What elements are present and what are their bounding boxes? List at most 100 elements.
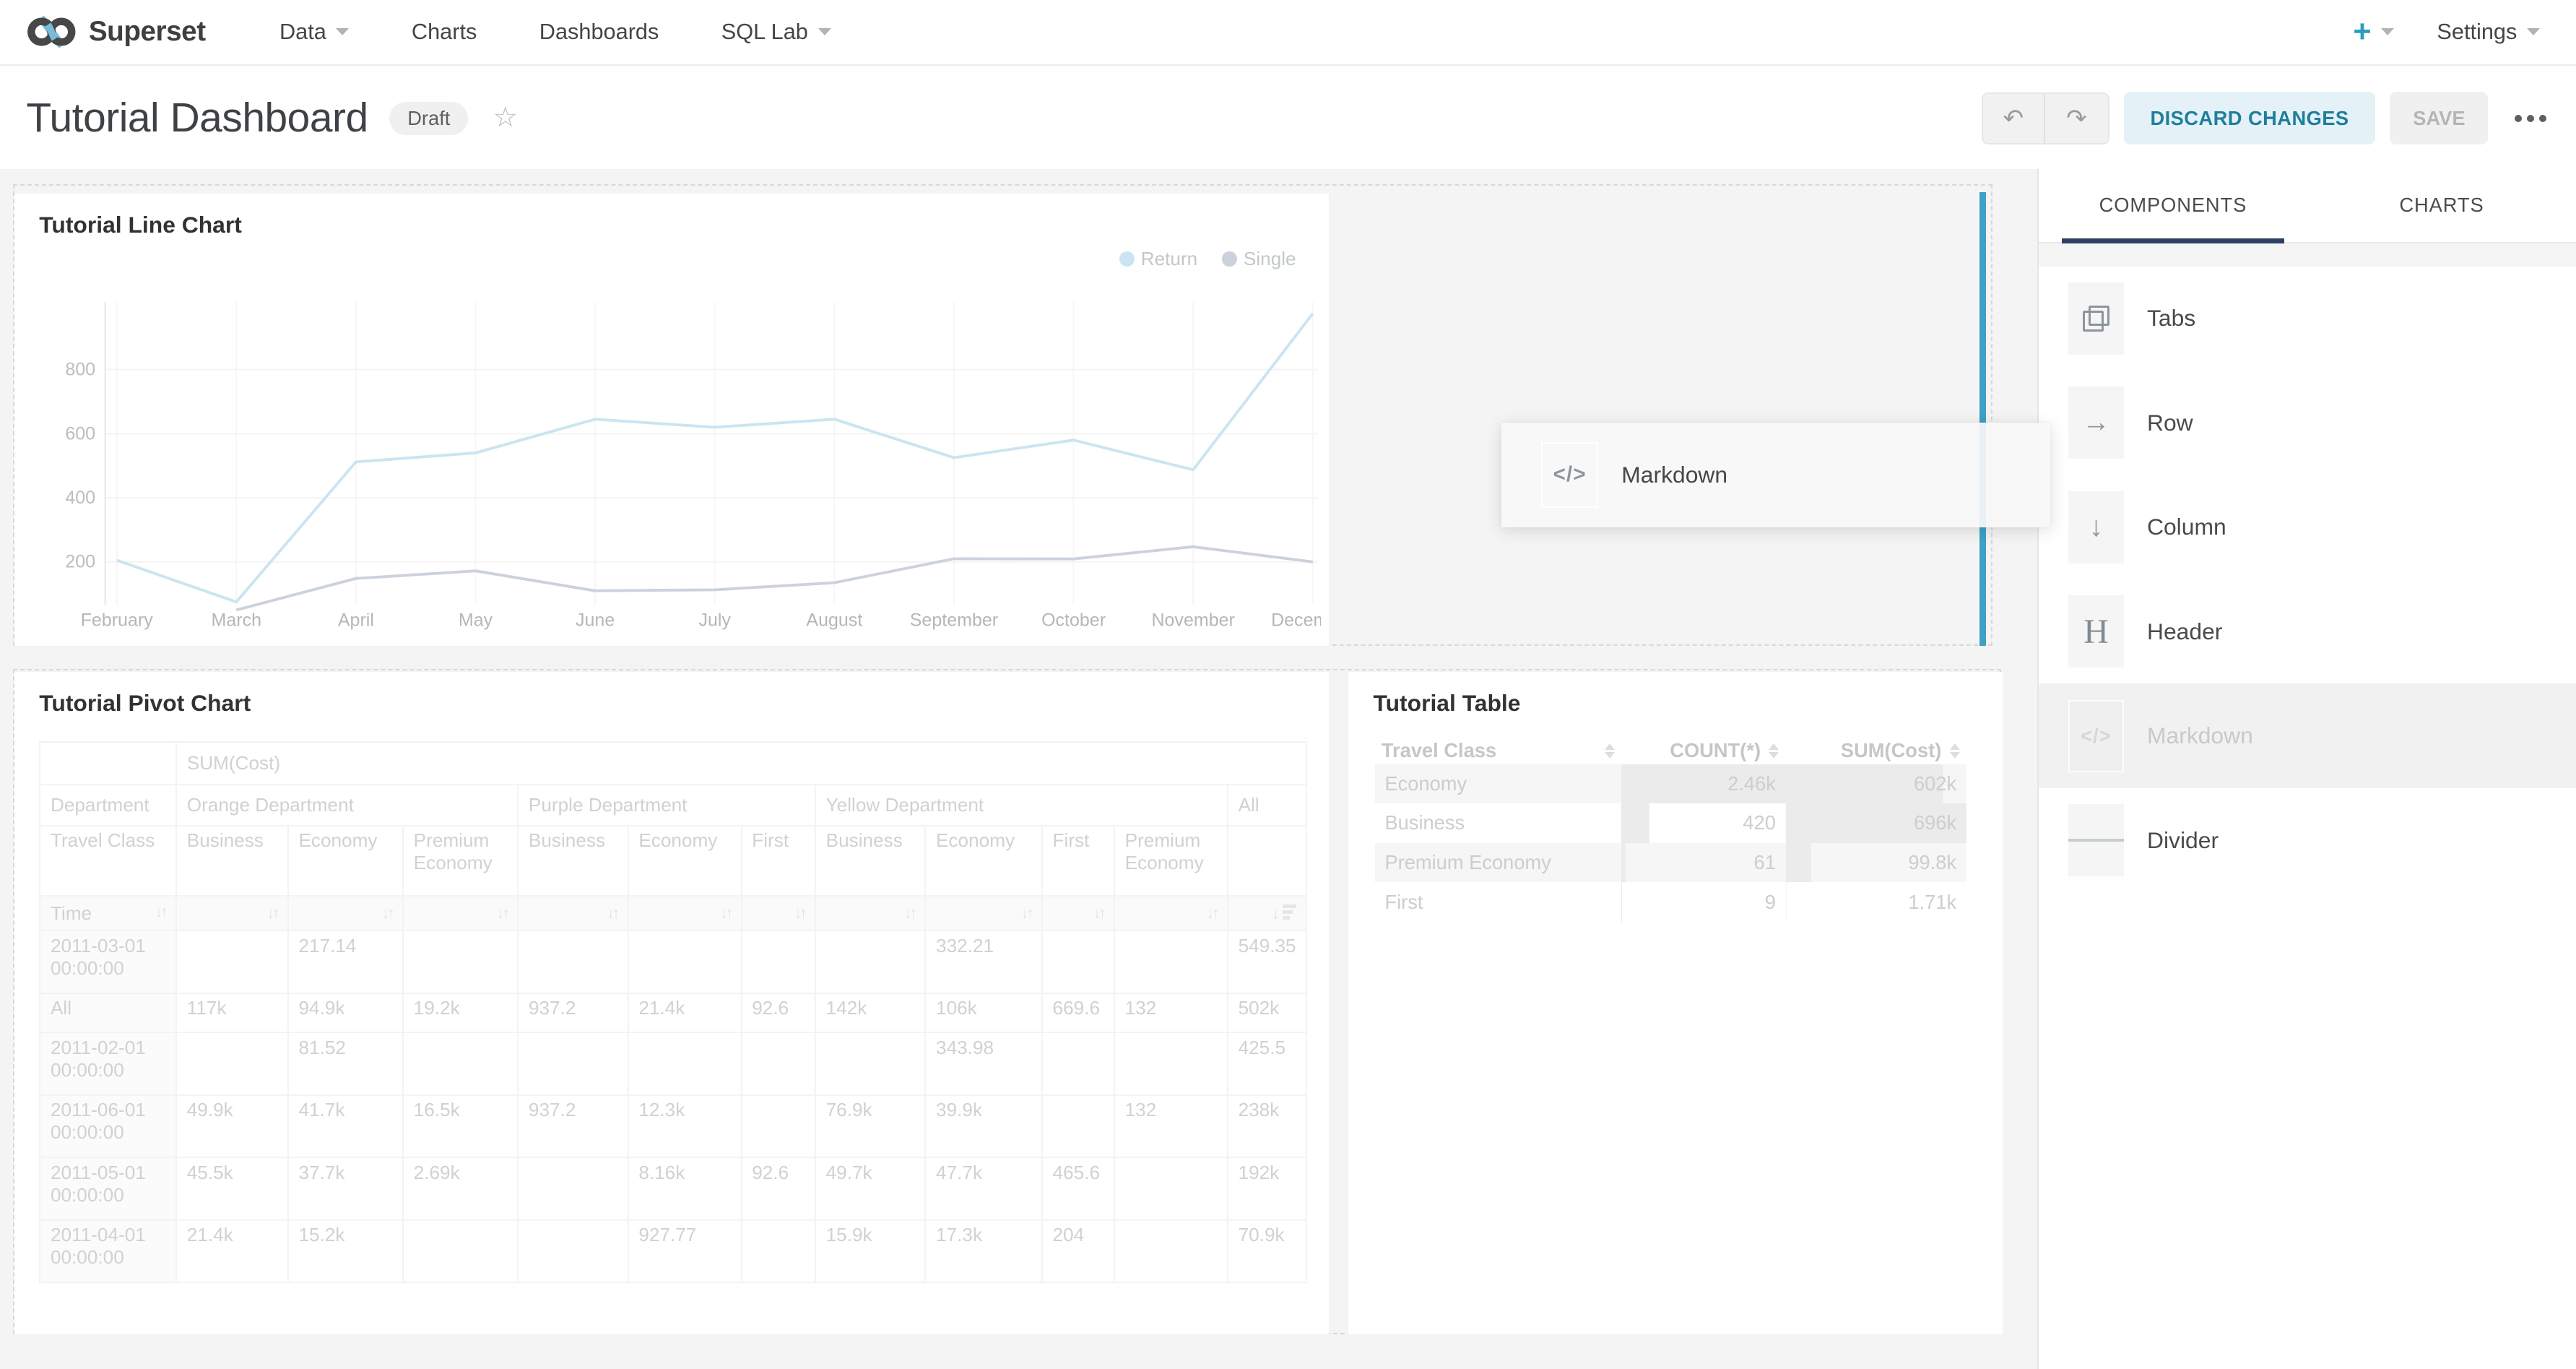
sort-icon: ↓↑ [382,904,393,923]
pivot-col-group: Purple Department [518,785,815,826]
tab-charts[interactable]: CHARTS [2307,169,2576,241]
undo-redo-group: ↶ ↷ [1982,92,2109,144]
y-axis-tick: 200 [65,552,95,572]
page-title[interactable]: Tutorial Dashboard [26,95,368,142]
component-item-tabs[interactable]: Tabs [2039,267,2576,371]
pivot-col-group: All [1228,785,1306,826]
pivot-cell: 21.4k [176,1220,288,1282]
sort-icon: ↓↑ [497,904,508,923]
column-header[interactable]: COUNT(*) [1621,738,1785,764]
pivot-sort-header[interactable]: ↓↑ [176,896,288,930]
pivot-sort-header[interactable]: ↓↑ [518,896,628,930]
component-item-column[interactable]: ↓Column [2039,475,2576,579]
chevron-down-icon [2381,28,2394,35]
line-chart-card[interactable]: Tutorial Line Chart ReturnSingle 2004006… [14,194,1329,646]
y-axis-tick: 600 [65,423,95,444]
undo-button[interactable]: ↶ [1983,94,2045,143]
pivot-cell [518,1220,628,1282]
legend-dot [1119,251,1134,266]
pivot-row-label: 2011-05-01 00:00:00 [40,1157,176,1219]
superset-logo[interactable]: Superset [26,14,205,50]
column-header[interactable]: Travel Class [1375,738,1621,764]
pivot-col-header [1228,826,1306,897]
favorite-star-icon[interactable]: ☆ [493,104,518,132]
chart-title: Tutorial Pivot Chart [39,690,251,717]
dashboard-header: Tutorial Dashboard Draft ☆ ↶ ↷ DISCARD C… [0,67,2576,169]
dashboard-canvas: Tutorial Line Chart ReturnSingle 2004006… [0,169,2037,1369]
pivot-cell: 16.5k [403,1095,518,1157]
table-cell: First [1375,882,1621,922]
legend-entry-single[interactable]: Single [1222,248,1296,270]
column-header[interactable]: SUM(Cost) [1786,738,1966,764]
pivot-time-header[interactable]: Time↓↑ [40,896,176,930]
x-axis-tick: March [211,610,261,630]
pivot-sort-header[interactable]: ↓↑ [1114,896,1228,930]
pivot-sort-header[interactable]: ↓↑ [1042,896,1114,930]
pivot-cell: 49.7k [815,1157,925,1219]
pivot-sort-header[interactable]: ↓ [1228,896,1306,930]
x-axis-tick: April [337,610,373,630]
pivot-cell: 70.9k [1228,1220,1306,1282]
pivot-cell: 142k [815,993,925,1033]
pivot-sort-header[interactable]: ↓↑ [742,896,815,930]
pivot-cell [403,1220,518,1282]
pivot-col-header: First [742,826,815,897]
dashboard-row-1: Tutorial Line Chart ReturnSingle 2004006… [13,184,1992,646]
pivot-cell: 45.5k [176,1157,288,1219]
more-menu-button[interactable] [2511,105,2549,132]
component-item-row[interactable]: →Row [2039,371,2576,475]
pivot-col-header: Business [815,826,925,897]
pivot-cell [1114,1220,1228,1282]
nav-menu-data[interactable]: Data [248,19,381,45]
component-icon-tile: ↓ [2068,491,2124,563]
drag-ghost-markdown[interactable]: </> Markdown [1501,423,2050,528]
pivot-cell [1114,1032,1228,1094]
add-new-button[interactable]: + [2353,17,2394,48]
pivot-cell: 132 [1114,1095,1228,1157]
chart-title: Tutorial Table [1374,690,1521,717]
nav-menu-dashboards[interactable]: Dashboards [508,19,690,45]
save-button[interactable]: SAVE [2390,92,2488,144]
x-axis-tick: February [80,610,153,630]
settings-menu[interactable]: Settings [2437,19,2540,45]
table-chart-card[interactable]: Tutorial Table Travel ClassCOUNT(*)SUM(C… [1348,672,2002,1334]
nav-menu-sql-lab[interactable]: SQL Lab [690,19,862,45]
top-navbar: Superset DataChartsDashboardsSQL Lab + S… [0,0,2576,66]
pivot-col-header: First [1042,826,1114,897]
sort-icon: ↓↑ [1093,904,1104,923]
legend-entry-return[interactable]: Return [1119,248,1197,270]
x-axis-tick: October [1041,610,1106,630]
component-item-header[interactable]: HHeader [2039,579,2576,683]
nav-menu-charts[interactable]: Charts [381,19,508,45]
plus-icon: + [2353,17,2371,48]
pivot-sort-header[interactable]: ↓↑ [403,896,518,930]
x-axis-tick: May [458,610,493,630]
table-cell: 420 [1621,803,1785,843]
pivot-cell [1114,1157,1228,1219]
component-item-divider[interactable]: Divider [2039,788,2576,892]
redo-button[interactable]: ↷ [2045,94,2107,143]
tab-components[interactable]: COMPONENTS [2039,169,2307,241]
line-chart-svg[interactable]: 200400600800FebruaryMarchAprilMayJuneJul… [23,282,1321,634]
pivot-cell [1042,1032,1114,1094]
pivot-cell: 343.98 [925,1032,1042,1094]
pivot-cell: 937.2 [518,993,628,1033]
pivot-cell: 17.3k [925,1220,1042,1282]
pivot-cell: 502k [1228,993,1306,1033]
discard-changes-button[interactable]: DISCARD CHANGES [2124,92,2375,144]
pivot-chart-card[interactable]: Tutorial Pivot Chart SUM(Cost)Department… [14,672,1329,1334]
pivot-sort-header[interactable]: ↓↑ [628,896,742,930]
x-axis-tick: November [1151,610,1234,630]
table-cell: 61 [1621,843,1785,883]
pivot-sort-header[interactable]: ↓↑ [815,896,925,930]
pivot-sort-header[interactable]: ↓↑ [288,896,403,930]
table-cell: 99.8k [1786,843,1966,883]
pivot-sort-header[interactable]: ↓↑ [925,896,1042,930]
pivot-cell [1042,930,1114,993]
drag-ghost-label: Markdown [1621,462,1727,488]
pivot-cell [815,1032,925,1094]
pivot-cell: 106k [925,993,1042,1033]
pivot-cell [518,1157,628,1219]
pivot-cell: 332.21 [925,930,1042,993]
sort-icon: ↓↑ [155,902,166,921]
